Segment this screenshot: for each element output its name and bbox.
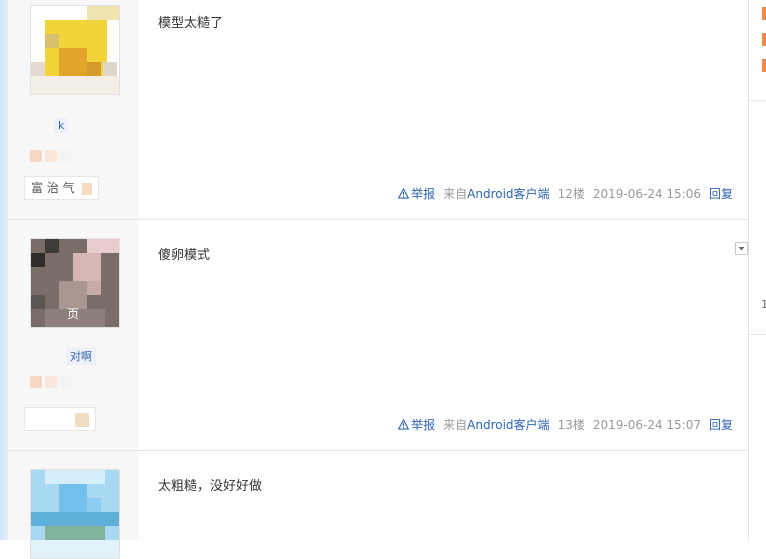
post-author-panel: 页 对啊 [8,220,138,450]
rail-marker [762,7,766,20]
badge-row [30,376,72,388]
source-prefix: 来自 [443,187,468,201]
level-mark-icon [82,182,93,195]
warning-triangle-icon [398,419,410,430]
post-time: 2019-06-24 15:07 [592,417,701,432]
badge-icon [45,376,57,388]
reply-link[interactable]: 回复 [709,185,733,202]
warning-triangle-icon [398,188,410,199]
member-level-badge[interactable]: 富 治 气 [24,176,100,200]
avatar[interactable] [30,5,120,95]
post-content: 模型太糙了 [158,16,224,31]
post-tail: 举报 来自Android客户端 12楼 2019-06-24 15:06 回复 [398,185,733,202]
post-content: 太粗糙，没好好做 [158,479,263,494]
floor-number: 13楼 [557,418,585,432]
post-floor-13: 页 对啊 傻卵模式 举报 来自Android客户端 13楼 2019-06-24… [8,220,748,451]
thread-post-list: k 富 治 气 模型太糙了 举报 来自Android客户端 12楼 2019-0… [0,0,748,559]
post-source: 来自Android客户端 [443,416,549,433]
avatar[interactable]: 页 [30,238,120,328]
right-rail: 1 [748,0,766,540]
username[interactable]: 对啊 [66,347,96,365]
floor-number: 12楼 [557,187,585,201]
badge-icon [60,150,72,162]
avatar[interactable] [30,469,120,559]
post-source: 来自Android客户端 [443,185,549,202]
source-client-link[interactable]: Android客户端 [467,187,549,201]
member-level-text: 富 治 气 [31,181,75,195]
member-level-badge[interactable] [24,407,96,431]
post-tail: 举报 来自Android客户端 13楼 2019-06-24 15:07 回复 [398,416,733,433]
post-time: 2019-06-24 15:06 [592,186,701,201]
badge-icon [30,150,42,162]
chevron-down-icon [738,247,745,251]
post-author-panel: k 富 治 气 [8,0,138,219]
source-client-link[interactable]: Android客户端 [467,418,549,432]
rail-marker [762,59,766,72]
report-label: 举报 [411,187,436,201]
rail-marker [762,33,766,46]
report-label: 举报 [411,418,436,432]
post-next: 太粗糙，没好好做 [8,451,748,559]
rail-divider [749,100,766,101]
report-link[interactable]: 举报 [398,185,435,202]
username[interactable]: k [54,118,69,133]
badge-icon [30,376,42,388]
rail-divider [749,334,766,335]
post-content: 傻卵模式 [158,248,211,263]
source-prefix: 来自 [443,418,468,432]
report-link[interactable]: 举报 [398,416,435,433]
rail-label: 1 [761,298,766,311]
badge-row [30,150,72,162]
post-menu-dropdown[interactable] [735,242,748,255]
badge-icon [60,376,72,388]
post-floor-12: k 富 治 气 模型太糙了 举报 来自Android客户端 12楼 2019-0… [8,0,748,220]
avatar-caption: 页 [67,307,80,321]
level-mark-icon [74,412,89,427]
badge-icon [45,150,57,162]
reply-link[interactable]: 回复 [709,416,733,433]
post-author-panel [8,451,138,559]
